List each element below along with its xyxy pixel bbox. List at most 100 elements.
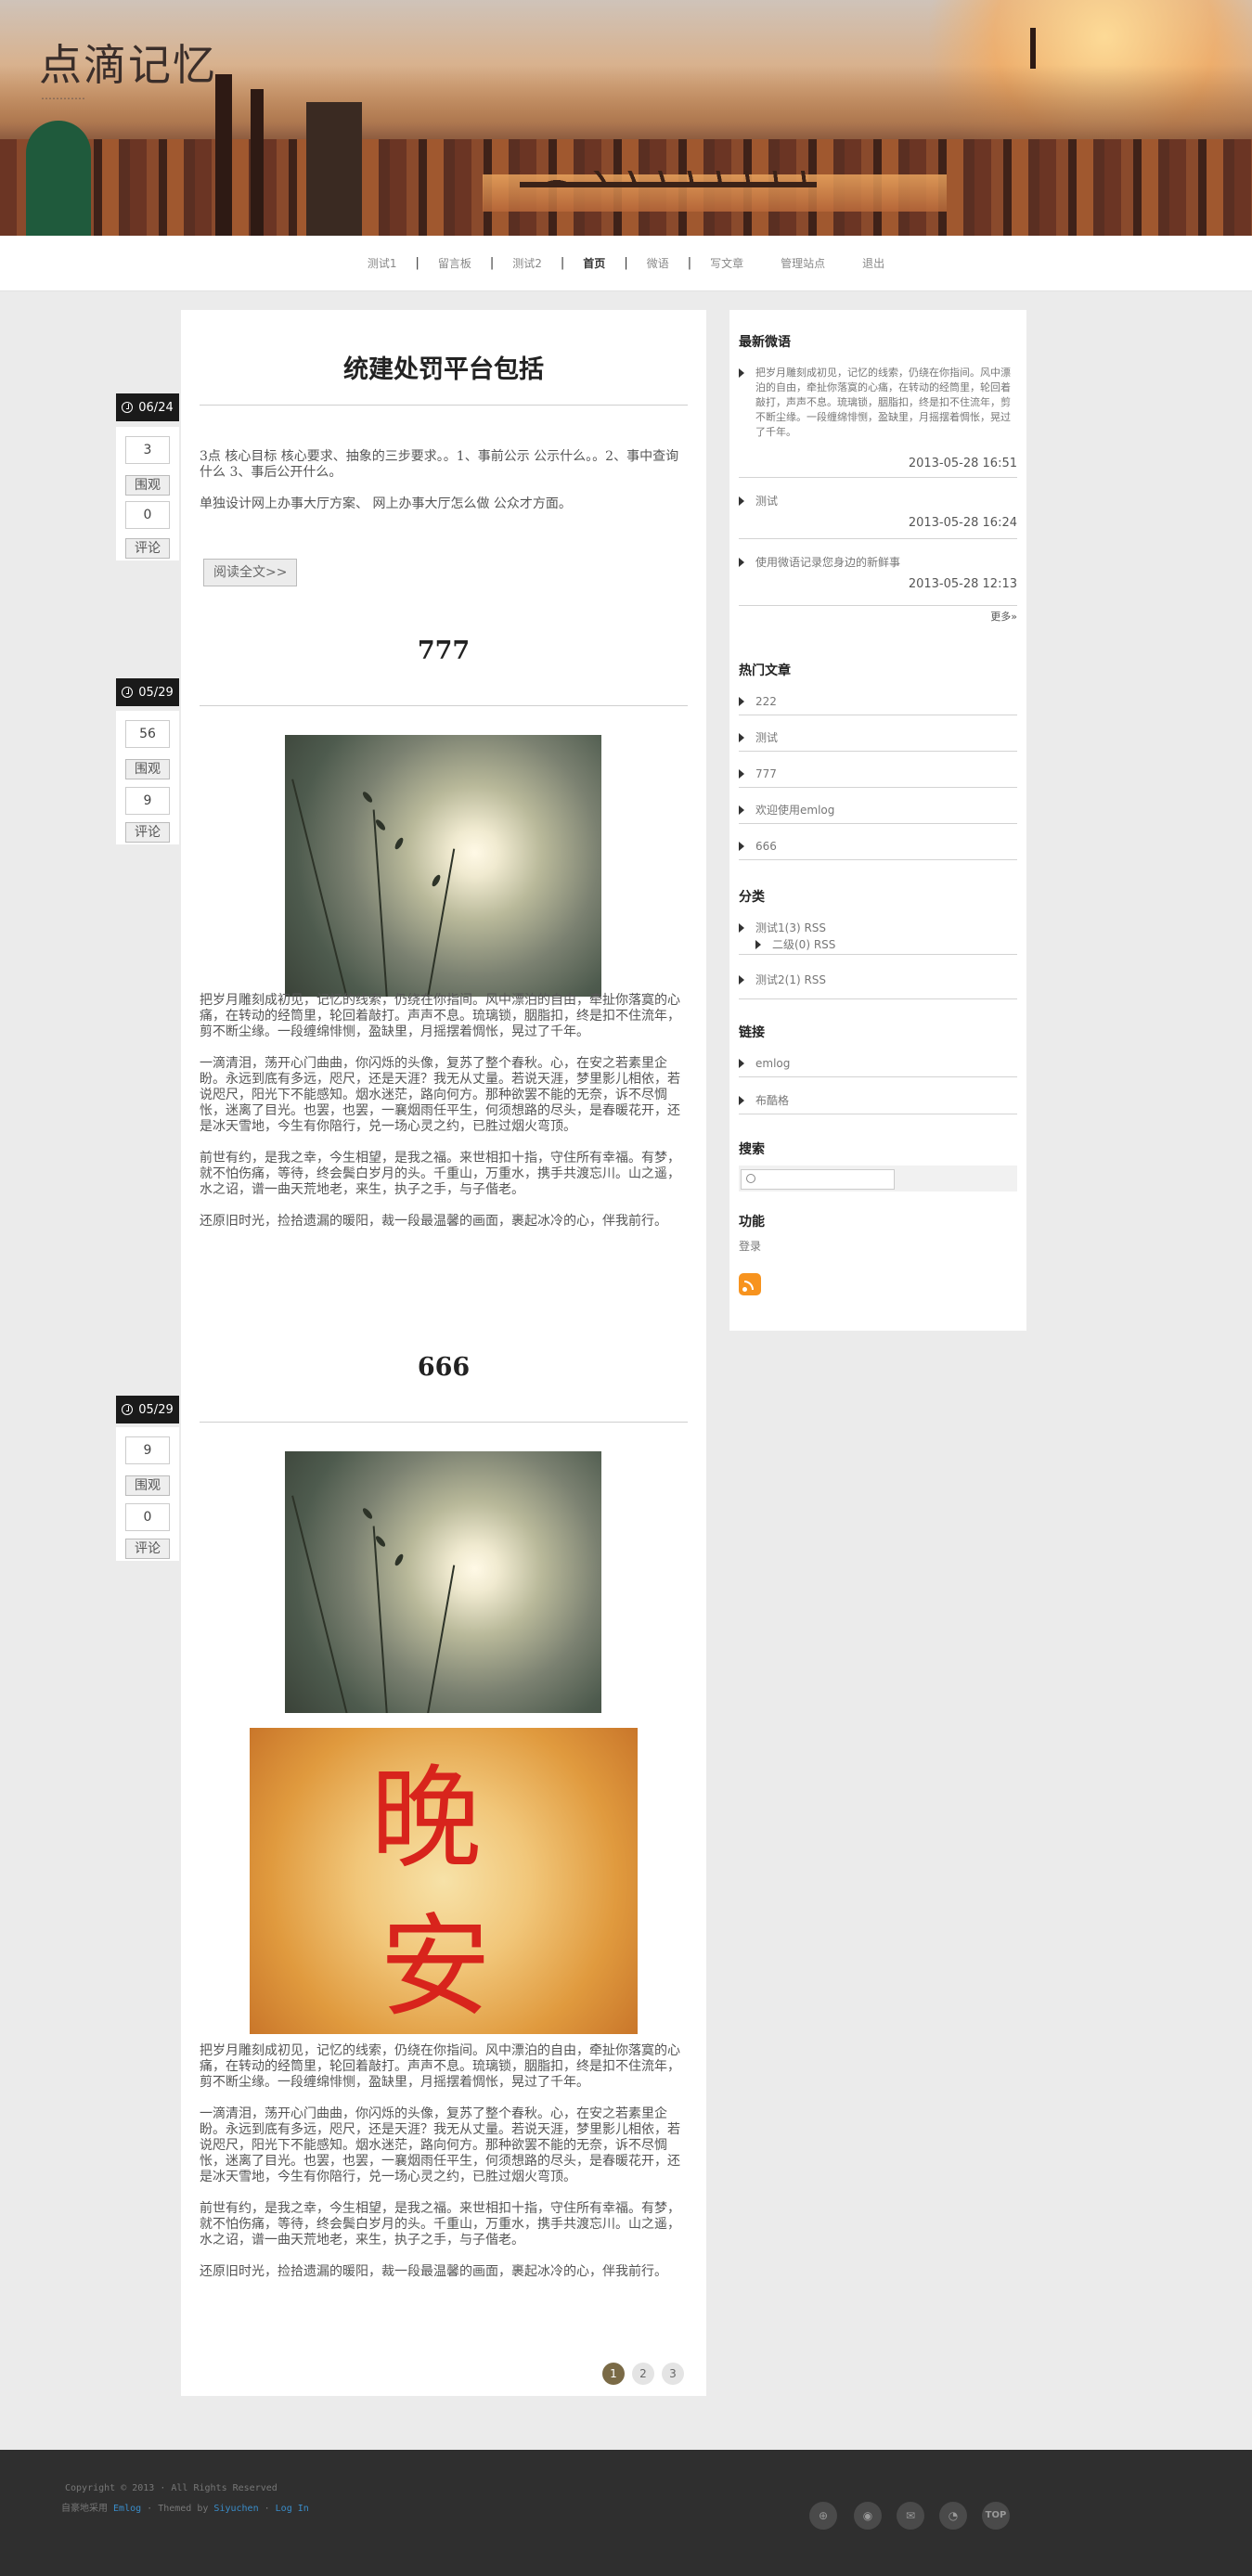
comments-count: 0 — [125, 1503, 170, 1531]
post-date: 06/24 — [116, 393, 179, 421]
post-content: 把岁月雕刻成初见，记忆的线索，仍绕在你指间。风中漂泊的自由，牵扯你落寞的心痛，在… — [200, 2043, 688, 2296]
post-title[interactable]: 统建处罚平台包括 — [200, 349, 688, 385]
views-label[interactable]: 围观 — [125, 475, 170, 496]
login-footer-link[interactable]: Log In — [276, 2504, 309, 2514]
read-more-button[interactable]: 阅读全文>> — [203, 559, 298, 586]
post-paragraph: 还原旧时光，捡拾遗漏的暖阳，裁一段最温馨的画面，裹起冰冷的心，伴我前行。 — [200, 2264, 667, 2279]
clock-icon — [122, 1404, 134, 1415]
post-paragraph: 还原旧时光，捡拾遗漏的暖阳，裁一段最温馨的画面，裹起冰冷的心，伴我前行。 — [200, 1214, 667, 1229]
friend-link[interactable]: 布酷格 — [755, 1093, 789, 1108]
grass-stalk — [424, 848, 456, 997]
divider — [739, 859, 1017, 860]
theme-author-link[interactable]: Siyuchen — [213, 2504, 258, 2514]
mail-icon[interactable]: ✉ — [897, 2502, 924, 2530]
rss-icon[interactable] — [739, 1273, 761, 1295]
more-link[interactable]: 更多» — [990, 609, 1017, 624]
post-paragraph: 前世有约，是我之幸，今生相望，是我之福。来世相扣十指，守住所有幸福。有梦，就不怕… — [200, 2201, 680, 2248]
post-date-text: 05/29 — [138, 1402, 174, 1417]
comments-link[interactable]: 评论 — [125, 1539, 170, 1559]
views-count: 56 — [125, 720, 170, 748]
twitter-date: 2013-05-28 12:13 — [908, 577, 1017, 591]
post-title[interactable]: 666 — [200, 1353, 688, 1382]
header-banner: 点滴记忆 ………… — [0, 0, 1252, 236]
grass-stalk — [372, 1526, 389, 1713]
banner-tower — [1030, 28, 1036, 69]
nav-link[interactable]: 首页 — [564, 255, 624, 271]
friend-link[interactable]: emlog — [755, 1056, 790, 1071]
links-heading: 链接 — [739, 1025, 765, 1040]
bullet-icon — [739, 769, 744, 779]
nav-item-admin[interactable]: 管理站点 — [762, 255, 844, 271]
nav-item-test2[interactable]: 测试2 | — [494, 255, 564, 271]
hot-link[interactable]: 666 — [755, 839, 777, 854]
hot-link[interactable]: 222 — [755, 694, 777, 709]
grass-stalk — [372, 809, 389, 997]
nav-item-twitter[interactable]: 微语 | — [628, 255, 691, 271]
views-label[interactable]: 围观 — [125, 759, 170, 779]
nav-link[interactable]: 测试2 — [494, 255, 561, 271]
comments-link[interactable]: 评论 — [125, 538, 170, 559]
qq-icon[interactable]: ⊕ — [809, 2502, 837, 2530]
banner-tower — [215, 74, 232, 236]
twitter-heading: 最新微语 — [739, 335, 791, 350]
login-link[interactable]: 登录 — [739, 1238, 761, 1254]
bullet-icon — [739, 558, 744, 567]
twitter-date: 2013-05-28 16:51 — [908, 457, 1017, 470]
post-title[interactable]: 777 — [200, 637, 688, 665]
nav-item-logout[interactable]: 退出 — [844, 255, 903, 271]
nav-link[interactable]: 管理站点 — [762, 255, 844, 271]
category-link[interactable]: 测试1(3) RSS — [755, 921, 826, 935]
footer: Copyright © 2013 · All Rights Reserved 自… — [0, 2450, 1252, 2576]
category-link[interactable]: 二级(0) RSS — [772, 937, 835, 952]
bullet-icon — [739, 975, 744, 985]
emlog-link[interactable]: Emlog — [113, 2504, 141, 2514]
nav-link[interactable]: 退出 — [844, 255, 903, 271]
hot-link[interactable]: 测试 — [755, 730, 778, 745]
hot-link[interactable]: 777 — [755, 766, 777, 781]
views-count: 3 — [125, 436, 170, 464]
category-link[interactable]: 测试2(1) RSS — [755, 972, 826, 987]
twitter-text: 把岁月雕刻成初见，记忆的线索，仍绕在你指间。风中漂泊的自由，牵扯你落寞的心痛，在… — [755, 367, 1011, 438]
post-image-grass — [285, 1451, 601, 1713]
weibo-icon[interactable]: ◉ — [854, 2502, 882, 2530]
divider — [200, 1422, 688, 1423]
rss-footer-icon[interactable]: ◔ — [939, 2502, 967, 2530]
post-paragraph: 把岁月雕刻成初见，记忆的线索，仍绕在你指间。风中漂泊的自由，牵扯你落寞的心痛，在… — [200, 2043, 680, 2090]
bullet-icon — [739, 842, 744, 851]
post-paragraph: 3点 核心目标 核心要求、抽象的三步要求。。1、事前公示 公示什么。。2、事中查… — [200, 449, 679, 480]
nav-link[interactable]: 留言板 — [419, 255, 490, 271]
grass-stalk — [291, 1495, 352, 1713]
site-subtitle: ………… — [41, 89, 85, 102]
bullet-icon — [739, 368, 744, 378]
comments-link[interactable]: 评论 — [125, 822, 170, 843]
nav-item-home[interactable]: 首页 | — [564, 255, 627, 271]
twitter-text: 使用微语记录您身边的新鲜事 — [755, 556, 901, 569]
nav-link[interactable]: 写文章 — [691, 255, 762, 271]
top-icon[interactable]: TOP — [982, 2502, 1010, 2530]
page-2[interactable]: 2 — [632, 2363, 654, 2385]
views-count: 9 — [125, 1436, 170, 1464]
post-date: 05/29 — [116, 678, 179, 706]
views-label[interactable]: 围观 — [125, 1475, 170, 1496]
divider — [739, 751, 1017, 752]
post-paragraph: 单独设计网上办事大厅方案、 网上办事大厅怎么做 公众才方面。 — [200, 496, 572, 511]
nav-link[interactable]: 测试1 — [349, 255, 416, 271]
bullet-icon — [739, 1059, 744, 1068]
post-excerpt: 3点 核心目标 核心要求、抽象的三步要求。。1、事前公示 公示什么。。2、事中查… — [200, 449, 688, 528]
clock-icon — [122, 687, 134, 698]
page-3[interactable]: 3 — [662, 2363, 684, 2385]
grass-seed — [361, 790, 374, 805]
search-input[interactable] — [741, 1169, 895, 1190]
post-date: 05/29 — [116, 1396, 179, 1423]
grass-seed — [393, 1552, 406, 1567]
footer-separator: · — [258, 2504, 276, 2514]
site-title[interactable]: 点滴记忆 — [39, 32, 217, 93]
post-paragraph: 一滴清泪，荡开心门曲曲，你闪烁的头像，复苏了整个春秋。心，在安之若素里企盼。永远… — [200, 2106, 680, 2184]
nav-link[interactable]: 微语 — [628, 255, 688, 271]
nav-item-guestbook[interactable]: 留言板 | — [419, 255, 494, 271]
nav-item-write[interactable]: 写文章 — [691, 255, 762, 271]
hot-link[interactable]: 欢迎使用emlog — [755, 803, 834, 818]
page-1[interactable]: 1 — [602, 2363, 625, 2385]
nav-item-test1[interactable]: 测试1 | — [349, 255, 419, 271]
clock-icon — [122, 402, 134, 413]
